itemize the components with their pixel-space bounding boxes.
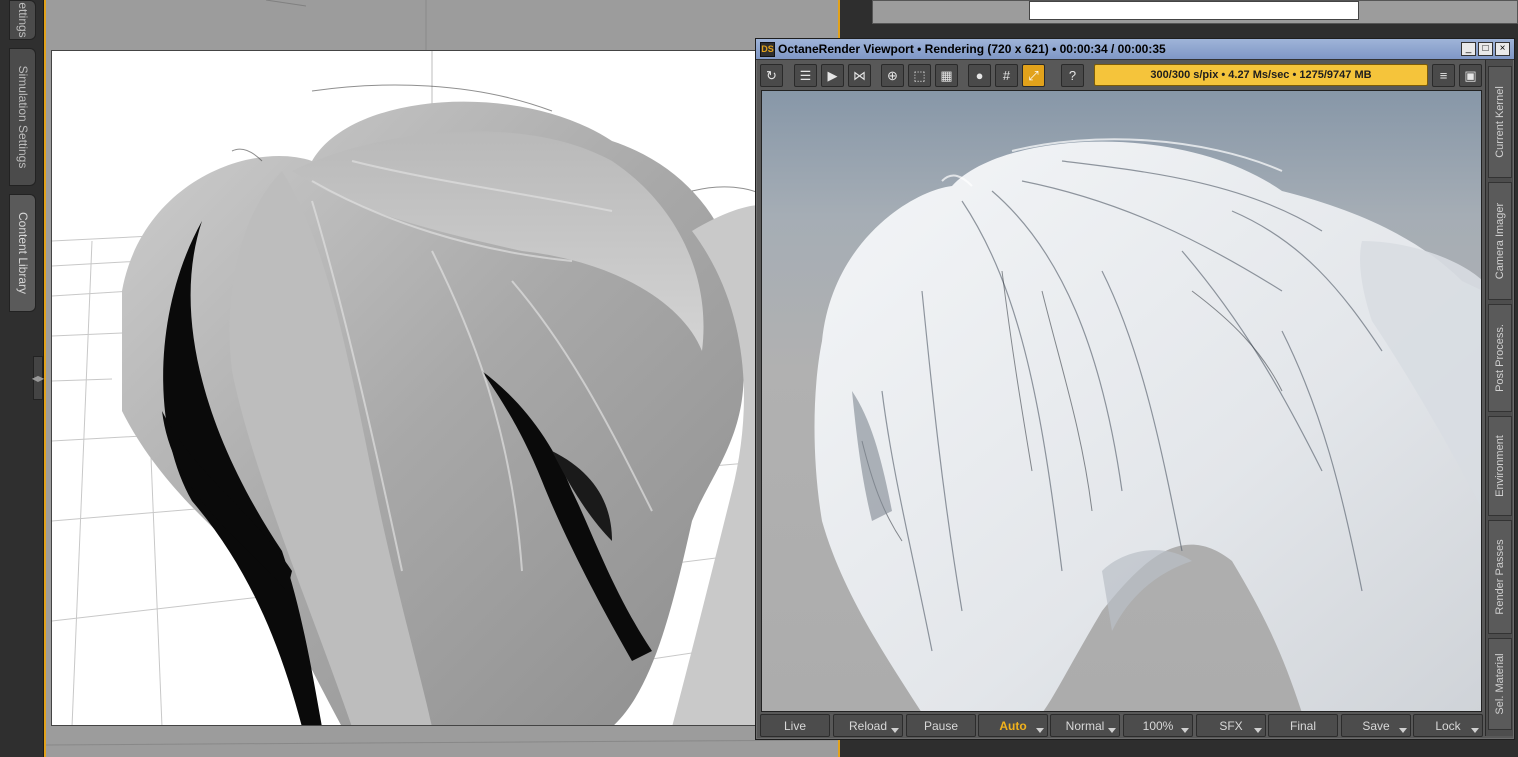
tab-sel-material[interactable]: Sel. Material (1488, 638, 1512, 730)
tab-label: Camera Imager (1494, 202, 1506, 280)
tab-environment[interactable]: Environment (1488, 416, 1512, 516)
button-label: Live (783, 718, 806, 733)
button-label: Normal (1065, 718, 1105, 733)
render-status-bar: 300/300 s/pix • 4.27 Ms/sec • 1275/9747 … (1094, 64, 1428, 86)
normal-button[interactable]: Normal (1050, 714, 1120, 737)
start-all-icon[interactable]: ☰ (794, 64, 817, 87)
share-icon[interactable]: ⋈ (848, 64, 871, 87)
zoom-button[interactable]: 100% (1123, 714, 1193, 737)
window-titlebar[interactable]: DS OctaneRender Viewport • Rendering (72… (756, 39, 1514, 60)
grid-layout-icon[interactable]: ▦ (935, 64, 958, 87)
chevron-down-icon[interactable] (891, 728, 899, 733)
minimize-button[interactable]: _ (1461, 42, 1476, 56)
hair-viewport-model (52, 51, 770, 725)
tab-camera-imager[interactable]: Camera Imager (1488, 182, 1512, 300)
close-button[interactable]: × (1495, 42, 1510, 56)
reload-button[interactable]: Reload (833, 714, 903, 737)
window-title: OctaneRender Viewport • Rendering (720 x… (778, 42, 1166, 56)
button-label: Lock (1435, 718, 1461, 733)
tab-render-passes[interactable]: Render Passes (1488, 520, 1512, 634)
lock-button[interactable]: Lock (1413, 714, 1483, 737)
tab-label: Current Kernel (1494, 86, 1506, 158)
button-label: 100% (1142, 718, 1174, 733)
tab-current-kernel[interactable]: Current Kernel (1488, 66, 1512, 178)
secondary-viewport[interactable] (872, 0, 1518, 24)
maximize-button[interactable]: □ (1478, 42, 1493, 56)
focus-region-icon[interactable]: ⬚ (908, 64, 931, 87)
chevron-down-icon[interactable] (1108, 728, 1116, 733)
auto-button[interactable]: Auto (978, 714, 1048, 737)
live-button[interactable]: Live (760, 714, 830, 737)
button-label: Reload (848, 718, 888, 733)
button-label: Pause (923, 718, 959, 733)
octane-bottom-bar: Live Reload Pause Auto Normal 100% SFX F… (759, 713, 1484, 739)
tab-label: Simulation Settings (15, 65, 30, 169)
octane-side-tabs: Current Kernel Camera Imager Post Proces… (1485, 60, 1513, 736)
help-icon[interactable]: ? (1061, 64, 1084, 87)
final-button[interactable]: Final (1268, 714, 1338, 737)
tab-label: Content Library (15, 211, 30, 295)
tab-post-process[interactable]: Post Process. (1488, 304, 1512, 412)
octane-render-output[interactable] (761, 90, 1482, 712)
daz-logo-icon: DS (760, 41, 775, 57)
tab-label: Environment (1494, 435, 1506, 497)
button-label: Save (1362, 718, 1390, 733)
left-pane-tabs: ettings Simulation Settings Content Libr… (0, 0, 44, 757)
rendered-hair-image (814, 138, 1481, 711)
list-icon[interactable]: ≡ (1432, 64, 1455, 87)
button-label: Auto (999, 718, 1027, 733)
save-button[interactable]: Save (1341, 714, 1411, 737)
record-icon[interactable]: ● (968, 64, 991, 87)
tab-label: ettings (15, 2, 30, 38)
expand-icon[interactable]: ⤢ (1022, 64, 1045, 87)
viewport-render-area[interactable] (51, 50, 771, 726)
send-icon[interactable]: ▶ (821, 64, 844, 87)
chevron-down-icon[interactable] (1181, 728, 1189, 733)
camera-icon[interactable]: ▣ (1459, 64, 1482, 87)
sfx-button[interactable]: SFX (1196, 714, 1266, 737)
chevron-down-icon[interactable] (1036, 728, 1044, 733)
tab-label: Render Passes (1494, 539, 1506, 615)
pause-button[interactable]: Pause (906, 714, 976, 737)
chevron-down-icon[interactable] (1254, 728, 1262, 733)
table-grid-icon[interactable]: # (995, 64, 1018, 87)
main-3d-viewport[interactable] (44, 0, 840, 757)
refresh-icon[interactable]: ↻ (760, 64, 783, 87)
daz-studio-workspace: ettings Simulation Settings Content Libr… (0, 0, 1518, 757)
chevron-down-icon[interactable] (1399, 728, 1407, 733)
tab-content-library[interactable]: Content Library (9, 194, 36, 312)
tab-settings[interactable]: ettings (9, 0, 36, 40)
chevron-down-icon[interactable] (1471, 728, 1479, 733)
tab-simulation-settings[interactable]: Simulation Settings (9, 48, 36, 186)
secondary-viewport-canvas[interactable] (1029, 1, 1359, 20)
octane-render-window[interactable]: DS OctaneRender Viewport • Rendering (72… (755, 38, 1515, 740)
button-label: Final (1289, 718, 1316, 733)
target-icon[interactable]: ⊕ (881, 64, 904, 87)
octane-toolbar: ↻ ☰ ▶ ⋈ ⊕ ⬚ ▦ ● # ⤢ ? 300/300 s/pix • 4.… (759, 63, 1484, 89)
tab-label: Sel. Material (1494, 653, 1506, 715)
tab-label: Post Process. (1494, 324, 1506, 392)
button-label: SFX (1219, 718, 1243, 733)
pane-collapse-handle[interactable]: ◀▶ (32, 356, 44, 400)
